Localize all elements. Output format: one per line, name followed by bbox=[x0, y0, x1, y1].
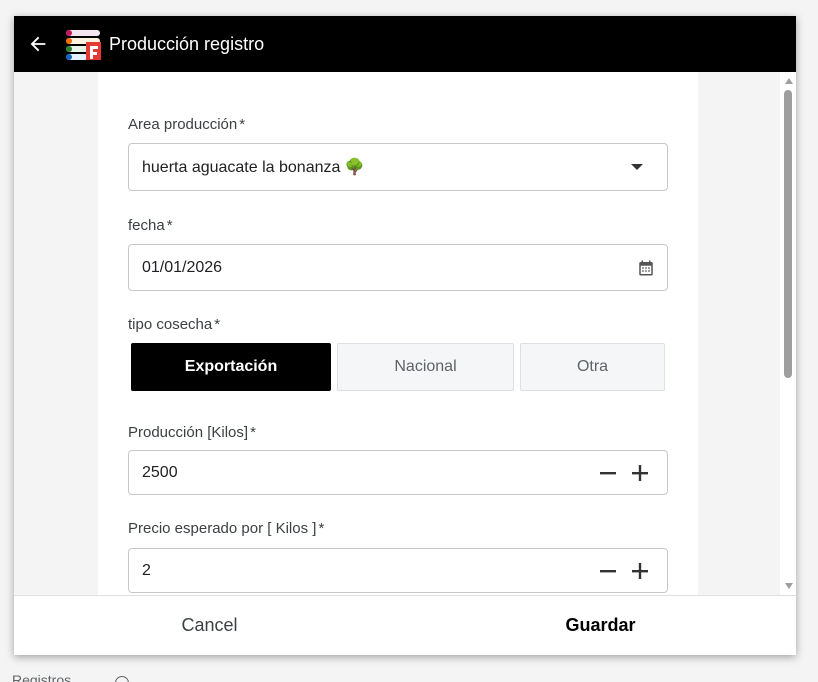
precio-value: 2 bbox=[142, 561, 151, 579]
produccion-label: Producción [Kilos] * bbox=[128, 424, 256, 441]
plus-icon[interactable] bbox=[631, 464, 649, 482]
scroll-down-arrow-icon[interactable] bbox=[785, 583, 793, 589]
vertical-scrollbar[interactable] bbox=[780, 72, 796, 595]
area-select[interactable]: huerta aguacate la bonanza 🌳 bbox=[128, 143, 668, 191]
precio-field[interactable]: 2 bbox=[128, 548, 668, 593]
minus-icon[interactable] bbox=[599, 464, 617, 482]
scroll-up-arrow-icon[interactable] bbox=[785, 78, 793, 84]
scrollbar-thumb[interactable] bbox=[784, 90, 792, 378]
save-button[interactable]: Guardar bbox=[405, 615, 796, 636]
fecha-label: fecha * bbox=[128, 217, 173, 234]
plus-icon[interactable] bbox=[631, 562, 649, 580]
produccion-stepper bbox=[599, 464, 649, 482]
app-logo-icon bbox=[66, 30, 101, 60]
minus-icon[interactable] bbox=[599, 562, 617, 580]
segment-exportacion[interactable]: Exportación bbox=[131, 343, 331, 391]
precio-stepper bbox=[599, 562, 649, 580]
fecha-value: 01/01/2026 bbox=[142, 258, 223, 276]
precio-label: Precio esperado por [ Kilos ] * bbox=[128, 520, 325, 537]
chevron-down-icon[interactable] bbox=[631, 164, 643, 170]
dialog-footer: Cancel Guardar bbox=[14, 595, 796, 655]
produccion-value: 2500 bbox=[142, 463, 178, 481]
segment-nacional[interactable]: Nacional bbox=[337, 343, 514, 391]
area-value: huerta aguacate la bonanza 🌳 bbox=[142, 159, 365, 176]
cancel-button[interactable]: Cancel bbox=[14, 615, 405, 636]
area-label: Area producción * bbox=[128, 116, 246, 133]
info-icon bbox=[115, 676, 129, 682]
segment-otra[interactable]: Otra bbox=[520, 343, 665, 391]
dialog-title: Producción registro bbox=[109, 33, 265, 54]
dialog-body: Area producción * huerta aguacate la bona… bbox=[14, 72, 796, 595]
dialog-titlebar: Producción registro bbox=[14, 16, 796, 72]
tipo-label: tipo cosecha * bbox=[128, 316, 221, 333]
fecha-field[interactable]: 01/01/2026 bbox=[128, 244, 668, 291]
produccion-field[interactable]: 2500 bbox=[128, 450, 668, 495]
arrow-left-icon bbox=[30, 36, 46, 52]
production-dialog: Producción registro Area producción * hue… bbox=[14, 16, 796, 655]
form-panel: Area producción * huerta aguacate la bona… bbox=[98, 72, 698, 595]
back-button[interactable] bbox=[14, 16, 62, 72]
calendar-icon[interactable] bbox=[637, 259, 655, 277]
backdrop-label: Registros bbox=[12, 672, 72, 682]
